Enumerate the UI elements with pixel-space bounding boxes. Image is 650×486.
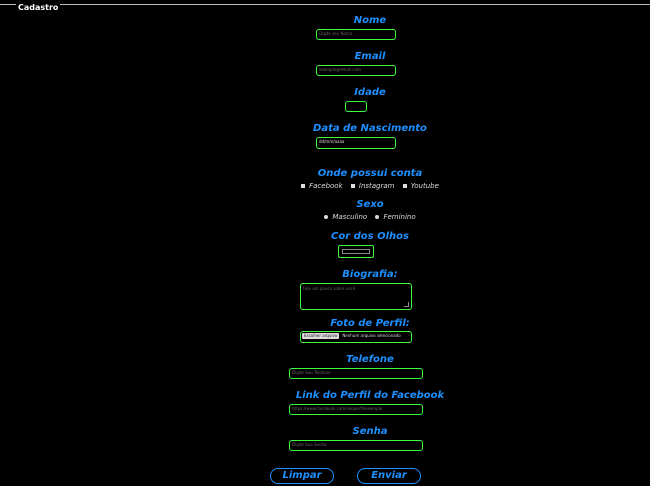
checkbox-facebook-label: Facebook (309, 182, 343, 190)
biografia-placeholder: Fale um pouco sobre você (303, 286, 356, 291)
idade-label: Idade (354, 87, 386, 98)
facebook-input[interactable]: https://www.facebook.com/seuperfil/exemp… (289, 404, 423, 415)
contas-label: Onde possui conta (317, 168, 423, 179)
checkbox-instagram-box[interactable] (350, 184, 355, 188)
telefone-label: Telefone (346, 354, 394, 365)
nascimento-label: Data de Nascimento (313, 123, 427, 134)
enviar-button[interactable]: Enviar (357, 468, 421, 484)
checkbox-youtube[interactable]: Youtube (402, 182, 439, 190)
nascimento-input[interactable]: dd/mm/aaaa (316, 137, 396, 149)
nome-placeholder: Digite seu Nome (319, 31, 353, 36)
sexo-label: Sexo (356, 199, 384, 210)
radio-feminino-circle[interactable] (375, 215, 380, 219)
checkbox-facebook[interactable]: Facebook (301, 182, 343, 190)
nome-input[interactable]: Digite seu Nome (316, 29, 396, 40)
idade-input[interactable] (345, 101, 367, 112)
olhos-color-swatch (342, 249, 370, 254)
contas-options: Facebook Instagram Youtube (0, 182, 650, 190)
telefone-input[interactable]: Digite Seu Telefone (289, 368, 423, 379)
email-placeholder: exemplo@email.com (319, 67, 361, 72)
email-input[interactable]: exemplo@email.com (316, 65, 396, 76)
sexo-options: Masculino Feminino (0, 213, 650, 221)
senha-label: Senha (352, 426, 388, 437)
nome-label: Nome (353, 15, 387, 26)
facebook-label: Link do Perfil do Facebook (295, 390, 445, 401)
radio-masculino-circle[interactable] (324, 215, 329, 219)
checkbox-youtube-label: Youtube (410, 182, 439, 190)
biografia-label: Biografia: (342, 269, 398, 280)
biografia-textarea[interactable]: Fale um pouco sobre você (300, 283, 412, 310)
facebook-placeholder: https://www.facebook.com/seuperfil/exemp… (292, 406, 383, 411)
telefone-placeholder: Digite Seu Telefone (292, 370, 331, 375)
choose-file-button[interactable]: Escolher arquivo (302, 333, 340, 339)
foto-file-input[interactable]: Escolher arquivo Nenhum arquivo seleciona… (300, 331, 412, 343)
senha-placeholder: Digite Sua Senha (292, 442, 327, 447)
fieldset-legend: Cadastro (16, 3, 61, 12)
radio-feminino-label: Feminino (383, 213, 416, 221)
radio-feminino[interactable]: Feminino (375, 213, 416, 221)
senha-input[interactable]: Digite Sua Senha (289, 440, 423, 451)
cadastro-fieldset: Cadastro (0, 3, 650, 12)
radio-masculino-label: Masculino (332, 213, 368, 221)
checkbox-facebook-box[interactable] (301, 184, 306, 188)
checkbox-instagram-label: Instagram (358, 182, 395, 190)
email-label: Email (354, 51, 386, 62)
limpar-button[interactable]: Limpar (270, 468, 334, 484)
olhos-color-picker[interactable] (338, 245, 374, 258)
checkbox-instagram[interactable]: Instagram (350, 182, 395, 190)
checkbox-youtube-box[interactable] (402, 184, 407, 188)
foto-label: Foto de Perfil: (330, 318, 410, 329)
file-status: Nenhum arquivo selecionado (342, 333, 401, 338)
nascimento-value: dd/mm/aaaa (319, 139, 345, 144)
radio-masculino[interactable]: Masculino (324, 213, 367, 221)
resize-handle-icon[interactable] (404, 302, 409, 307)
olhos-label: Cor dos Olhos (331, 231, 409, 242)
